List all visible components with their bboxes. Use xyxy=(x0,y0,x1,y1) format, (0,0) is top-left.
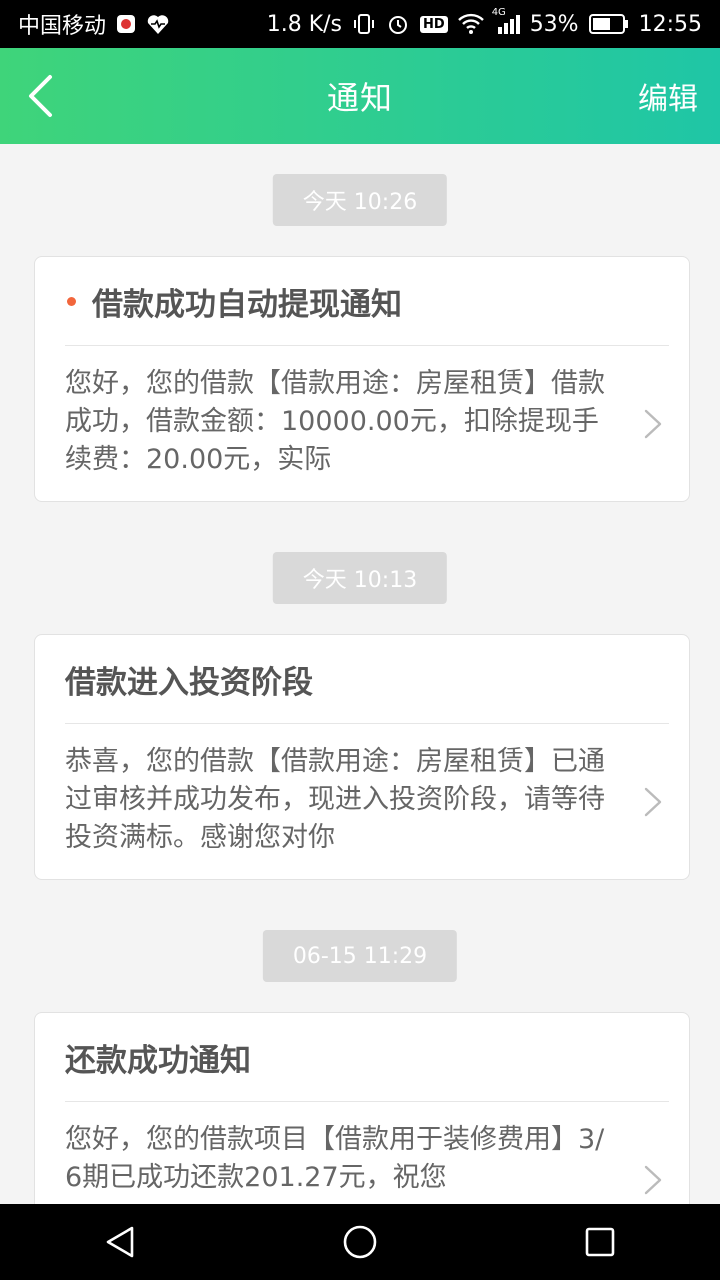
vibrate-icon xyxy=(352,12,376,36)
notification-title: 还款成功通知 xyxy=(65,1042,251,1079)
status-right: 1.8 K/s HD 4G 53% 12:55 xyxy=(266,7,702,37)
battery-icon xyxy=(588,13,629,35)
chevron-right-icon xyxy=(644,787,662,817)
alarm-icon xyxy=(386,12,410,36)
divider xyxy=(65,1101,669,1102)
notification-body: 您好，您的借款【借款用途：房屋租赁】借款成功，借款金额：10000.00元，扣除… xyxy=(65,368,605,475)
nav-recents-button[interactable] xyxy=(520,1204,680,1280)
divider xyxy=(65,723,669,724)
battery-percent: 53% xyxy=(529,11,579,37)
app-notification-icon xyxy=(116,14,136,34)
notification-card[interactable]: 还款成功通知 您好，您的借款项目【借款用于装修费用】3/6期已成功还款201.2… xyxy=(34,1012,690,1204)
page-title: 通知 xyxy=(326,79,393,117)
notification-list[interactable]: 今天 10:26 借款成功自动提现通知 您好，您的借款【借款用途：房屋租赁】借款… xyxy=(0,144,720,1204)
carrier-label: 中国移动 xyxy=(18,14,107,39)
notification-title: 借款成功自动提现通知 xyxy=(92,286,402,323)
unread-dot xyxy=(67,296,76,306)
clock: 12:55 xyxy=(638,11,702,37)
card-title-row: 借款进入投资阶段 xyxy=(65,635,669,723)
notification-card[interactable]: 借款进入投资阶段 恭喜，您的借款【借款用途：房屋租赁】已通过审核并成功发布，现进… xyxy=(34,634,690,880)
card-title-row: 借款成功自动提现通知 xyxy=(65,257,669,345)
system-nav-bar xyxy=(0,1204,720,1280)
wifi-icon xyxy=(457,13,484,35)
app-header: 通知 编辑 xyxy=(0,48,720,144)
lte-label: 4G xyxy=(491,7,506,18)
signal-icon: 4G xyxy=(492,7,520,35)
nav-home-button[interactable] xyxy=(280,1204,440,1280)
back-button[interactable] xyxy=(20,72,60,120)
hd-icon: HD xyxy=(420,15,448,33)
nav-back-button[interactable] xyxy=(40,1204,200,1280)
chevron-left-icon xyxy=(29,75,52,117)
card-title-row: 还款成功通知 xyxy=(65,1013,669,1101)
timestamp-chip: 06-15 11:29 xyxy=(262,930,458,982)
timestamp-chip: 今天 10:26 xyxy=(272,174,448,226)
divider xyxy=(65,345,669,346)
notification-title: 借款进入投资阶段 xyxy=(65,664,313,701)
chevron-right-icon xyxy=(644,1165,662,1195)
notification-body: 恭喜，您的借款【借款用途：房屋租赁】已通过审核并成功发布，现进入投资阶段，请等待… xyxy=(65,746,605,853)
network-speed: 1.8 K/s xyxy=(266,11,343,37)
triangle-back-icon xyxy=(106,1226,134,1258)
chevron-right-icon xyxy=(644,409,662,439)
status-bar: 中国移动 1.8 K/s HD 4G 53% 12:55 xyxy=(0,0,720,48)
edit-button[interactable]: 编辑 xyxy=(638,48,698,144)
status-left: 中国移动 xyxy=(18,8,170,40)
timestamp-chip: 今天 10:13 xyxy=(272,552,448,604)
square-recents-icon xyxy=(585,1227,615,1257)
notification-card[interactable]: 借款成功自动提现通知 您好，您的借款【借款用途：房屋租赁】借款成功，借款金额：1… xyxy=(34,256,690,502)
health-heart-icon xyxy=(146,13,170,35)
circle-home-icon xyxy=(343,1225,377,1259)
notification-body: 您好，您的借款项目【借款用于装修费用】3/6期已成功还款201.27元，祝您 xyxy=(65,1124,605,1193)
